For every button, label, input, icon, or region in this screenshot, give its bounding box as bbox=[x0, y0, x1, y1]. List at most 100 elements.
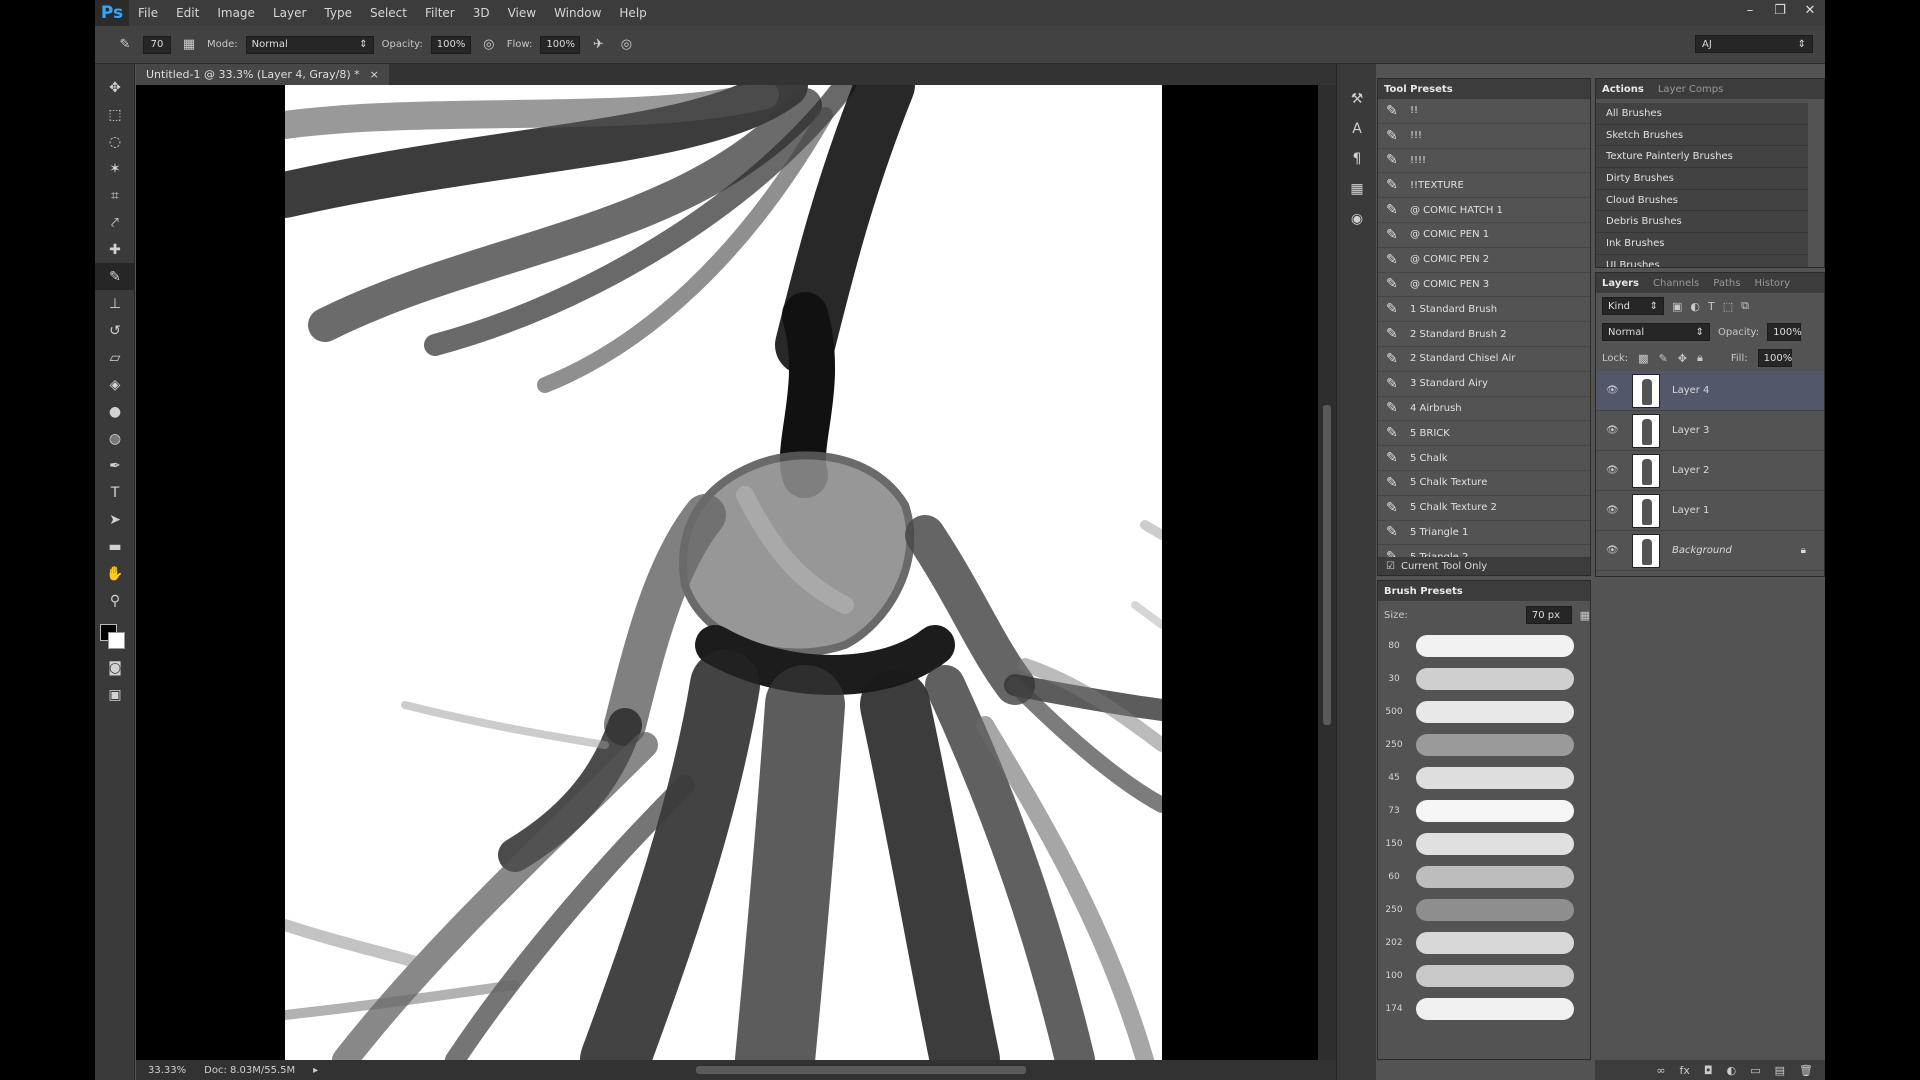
tool-preset-item[interactable]: ✎!!! bbox=[1378, 124, 1590, 149]
canvas-area[interactable] bbox=[136, 85, 1318, 1060]
canvas[interactable] bbox=[285, 85, 1162, 1060]
brush-panel-icon[interactable]: ▦ bbox=[179, 35, 199, 55]
tool-presets-title[interactable]: Tool Presets bbox=[1384, 84, 1453, 95]
eraser-tool-icon[interactable]: ▱ bbox=[95, 344, 135, 371]
blur-tool-icon[interactable]: ● bbox=[95, 398, 135, 425]
action-set-item[interactable]: All Brushes bbox=[1596, 103, 1808, 125]
lasso-tool-icon[interactable]: ◌ bbox=[95, 128, 135, 155]
tab-paths[interactable]: Paths bbox=[1713, 278, 1740, 289]
tool-preset-item[interactable]: ✎ !!TEXTURE bbox=[1378, 173, 1590, 199]
brush-preset-item[interactable]: 250 bbox=[1378, 893, 1590, 926]
crop-tool-icon[interactable]: ⌗ bbox=[95, 182, 135, 209]
add-mask-icon[interactable]: ◘ bbox=[1704, 1064, 1713, 1077]
history-brush-tool-icon[interactable]: ↺ bbox=[95, 317, 135, 344]
menu-edit[interactable]: Edit bbox=[167, 6, 208, 20]
layer-name[interactable]: Layer 1 bbox=[1672, 505, 1709, 516]
menu-filter[interactable]: Filter bbox=[416, 6, 464, 20]
tab-actions[interactable]: Actions bbox=[1602, 84, 1644, 95]
pressure-size-icon[interactable]: ◎ bbox=[616, 35, 636, 55]
layer-row[interactable]: 👁︎ Layer 3 bbox=[1596, 411, 1824, 451]
eye-icon[interactable]: 👁︎ bbox=[1606, 465, 1620, 476]
link-layers-icon[interactable]: ∞ bbox=[1656, 1064, 1665, 1077]
eye-icon[interactable]: 👁︎ bbox=[1606, 385, 1620, 396]
brush-preset-item[interactable]: 100 bbox=[1378, 959, 1590, 992]
checkbox-icon[interactable]: ☑ bbox=[1386, 561, 1395, 572]
marquee-tool-icon[interactable]: ⬚ bbox=[95, 101, 135, 128]
pen-tool-icon[interactable]: ✒ bbox=[95, 452, 135, 479]
move-tool-icon[interactable]: ✥ bbox=[95, 74, 135, 101]
tab-history[interactable]: History bbox=[1754, 278, 1790, 289]
brush-preset-item[interactable]: 500 bbox=[1378, 695, 1590, 728]
brush-preset-item[interactable]: 60 bbox=[1378, 860, 1590, 893]
tool-preset-item[interactable]: ✎ 5 Chalk Texture 2 bbox=[1378, 496, 1590, 521]
horizontal-scroll-thumb[interactable] bbox=[696, 1066, 1026, 1074]
brush-preset-item[interactable]: 250 bbox=[1378, 728, 1590, 761]
layer-name[interactable]: Layer 3 bbox=[1672, 425, 1709, 436]
menu-window[interactable]: Window bbox=[545, 6, 610, 20]
tool-preset-item[interactable]: ✎ 1 Standard Brush bbox=[1378, 297, 1590, 323]
tool-preset-item[interactable]: ✎ 2 Standard Brush 2 bbox=[1378, 322, 1590, 347]
lock-transparency-icon[interactable]: ▩ bbox=[1638, 352, 1648, 365]
mode-select[interactable]: Normal ⇕ bbox=[245, 35, 374, 54]
fx-icon[interactable]: fx bbox=[1680, 1064, 1690, 1077]
filter-shape-icon[interactable]: ⬚ bbox=[1723, 300, 1733, 313]
tool-preset-item[interactable]: ✎ 3 Standard Airy bbox=[1378, 372, 1590, 397]
tool-preset-item[interactable]: ✎ @ COMIC HATCH 1 bbox=[1378, 198, 1590, 223]
eyedropper-tool-icon[interactable]: ⤤ bbox=[95, 209, 135, 236]
brush-preset-item[interactable]: 80 bbox=[1378, 629, 1590, 662]
lock-position-icon[interactable]: ✥ bbox=[1678, 352, 1687, 365]
layer-row[interactable]: 👁︎ Layer 2 bbox=[1596, 451, 1824, 491]
layer-name[interactable]: Layer 4 bbox=[1672, 385, 1709, 396]
brush-preset-item[interactable]: 150 bbox=[1378, 827, 1590, 860]
vertical-scroll-thumb[interactable] bbox=[1323, 405, 1331, 725]
brush-preset-item[interactable]: 202 bbox=[1378, 926, 1590, 959]
zoom-level[interactable]: 33.33% bbox=[148, 1065, 186, 1076]
eye-icon[interactable]: 👁︎ bbox=[1606, 425, 1620, 436]
restore-button[interactable]: ❐ bbox=[1765, 0, 1795, 20]
brush-preset-item[interactable]: 73 bbox=[1378, 794, 1590, 827]
menu-file[interactable]: File bbox=[129, 6, 167, 20]
adjustment-layer-icon[interactable]: ◐ bbox=[1727, 1064, 1737, 1077]
filter-smart-object-icon[interactable]: ⧉ bbox=[1741, 299, 1749, 313]
character-icon[interactable]: A bbox=[1337, 114, 1377, 144]
new-brush-icon[interactable]: ▦ bbox=[1580, 609, 1590, 622]
new-group-icon[interactable]: ▭ bbox=[1750, 1064, 1760, 1077]
hand-tool-icon[interactable]: ✋ bbox=[95, 560, 135, 587]
brush-preset-item[interactable]: 174 bbox=[1378, 992, 1590, 1025]
tool-preset-item[interactable]: ✎!!!! bbox=[1378, 149, 1590, 174]
tool-preset-item[interactable]: ✎ 5 Chalk bbox=[1378, 446, 1590, 471]
flow-field[interactable]: 100% bbox=[540, 35, 581, 54]
airbrush-icon[interactable]: ✈ bbox=[588, 35, 608, 55]
quick-mask-icon[interactable]: ◙ bbox=[95, 654, 135, 681]
menu-type[interactable]: Type bbox=[315, 6, 361, 20]
opacity-field[interactable]: 100% bbox=[430, 35, 471, 54]
type-tool-icon[interactable]: T bbox=[95, 479, 135, 506]
brush-preset-item[interactable]: 45 bbox=[1378, 761, 1590, 794]
brush-tool-icon[interactable]: ✎ bbox=[115, 35, 135, 55]
lock-pixels-icon[interactable]: ✎ bbox=[1659, 352, 1668, 365]
vertical-scrollbar[interactable] bbox=[1318, 85, 1336, 1060]
magic-wand-tool-icon[interactable]: ✶ bbox=[95, 155, 135, 182]
filter-adjustment-icon[interactable]: ◐ bbox=[1690, 300, 1700, 313]
tool-preset-item[interactable]: ✎ @ COMIC PEN 1 bbox=[1378, 223, 1590, 248]
action-set-item[interactable]: Cloud Brushes bbox=[1596, 189, 1808, 212]
play-icon[interactable]: ▸ bbox=[313, 1065, 318, 1076]
layer-row[interactable]: 👁︎ Layer 1 bbox=[1596, 491, 1824, 531]
action-set-item[interactable]: Dirty Brushes bbox=[1596, 168, 1808, 190]
tool-preset-item[interactable]: ✎ @ COMIC PEN 2 bbox=[1378, 248, 1590, 273]
layer-name[interactable]: Layer 2 bbox=[1672, 465, 1709, 476]
pressure-opacity-icon[interactable]: ◎ bbox=[479, 35, 499, 55]
eye-icon[interactable]: 👁︎ bbox=[1606, 505, 1620, 516]
close-icon[interactable]: × bbox=[370, 68, 379, 81]
blend-mode-select[interactable]: Normal ⇕ bbox=[1602, 323, 1710, 341]
tool-preset-item[interactable]: ✎ 2 Standard Chisel Air bbox=[1378, 347, 1590, 372]
tool-presets-icon[interactable]: ⚒ bbox=[1337, 84, 1377, 114]
tool-preset-item[interactable]: ✎ 4 Airbrush bbox=[1378, 397, 1590, 422]
menu-help[interactable]: Help bbox=[610, 6, 655, 20]
tab-channels[interactable]: Channels bbox=[1653, 278, 1699, 289]
screen-mode-icon[interactable]: ▣ bbox=[95, 681, 135, 708]
menu-select[interactable]: Select bbox=[361, 6, 416, 20]
tool-preset-item[interactable]: ✎ 5 BRICK bbox=[1378, 421, 1590, 447]
color-icon[interactable]: ◉ bbox=[1337, 204, 1377, 234]
path-selection-tool-icon[interactable]: ➤ bbox=[95, 506, 135, 533]
